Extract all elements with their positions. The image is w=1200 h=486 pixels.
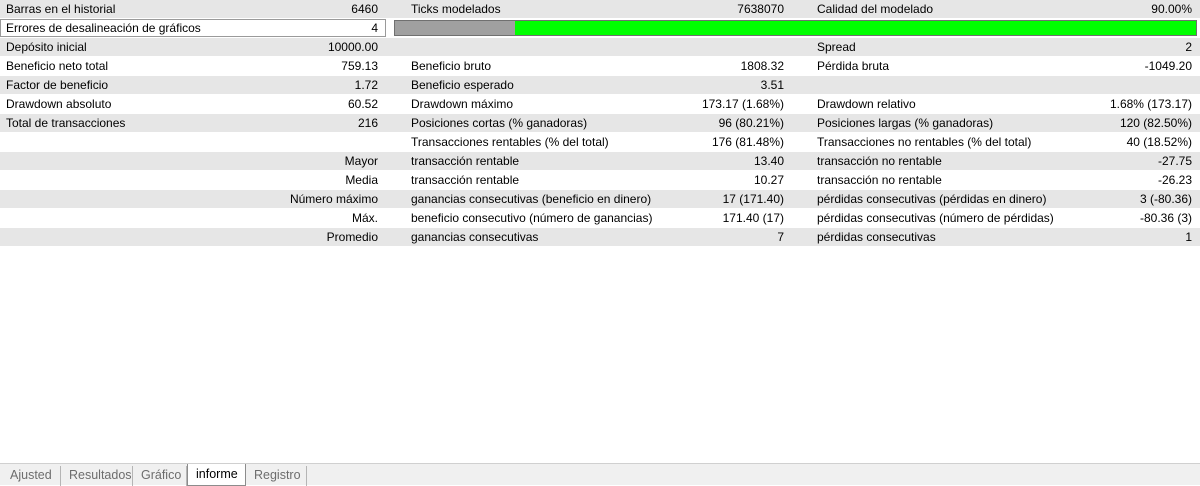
modeling-quality-label: Calidad del modelado <box>817 2 934 16</box>
tester-tab-bar: Ajusted Resultados Gráfico informe Regis… <box>0 463 1200 486</box>
largest-loss-value: -27.75 <box>1157 154 1192 168</box>
modeling-quality-bar <box>394 20 1197 36</box>
short-positions-label: Posiciones cortas (% ganadoras) <box>411 116 588 130</box>
gross-profit-value: 1808.32 <box>740 59 784 73</box>
absolute-drawdown-label: Drawdown absoluto <box>6 97 112 111</box>
short-positions-value: 96 (80.21%) <box>718 116 784 130</box>
total-trades-label: Total de transacciones <box>6 116 126 130</box>
report-row-average-consecutive: Promedio ganancias consecutivas 7 pérdid… <box>0 228 1200 247</box>
initial-deposit-label: Depósito inicial <box>6 40 87 54</box>
expected-payoff-label: Beneficio esperado <box>411 78 514 92</box>
profit-trades-label: Transacciones rentables (% del total) <box>411 135 609 149</box>
bars-label: Barras en el historial <box>6 2 116 16</box>
ticks-value: 7638070 <box>737 2 784 16</box>
bars-value: 6460 <box>351 2 378 16</box>
strategy-tester-report: Barras en el historial 6460 Ticks modela… <box>0 0 1200 247</box>
report-row-profit: Beneficio neto total 759.13 Beneficio br… <box>0 57 1200 76</box>
tab-journal[interactable]: Registro <box>246 466 307 486</box>
average-loss-value: -26.23 <box>1157 173 1192 187</box>
loss-trades-value: 40 (18.52%) <box>1126 135 1192 149</box>
total-trades-value: 216 <box>357 116 378 130</box>
net-profit-label: Beneficio neto total <box>6 59 109 73</box>
report-row-max-consecutive: Número máximo ganancias consecutivas (be… <box>0 190 1200 209</box>
max-consecutive-losses-label: pérdidas consecutivas (pérdidas en diner… <box>817 192 1047 206</box>
profit-factor-value: 1.72 <box>354 78 378 92</box>
average-label: Media <box>345 173 378 187</box>
average-profit-label: transacción rentable <box>411 173 520 187</box>
gross-loss-value: -1049.20 <box>1144 59 1192 73</box>
report-row-trades: Total de transacciones 216 Posiciones co… <box>0 114 1200 133</box>
profit-trades-value: 176 (81.48%) <box>711 135 784 149</box>
report-row-drawdown: Drawdown absoluto 60.52 Drawdown máximo … <box>0 95 1200 114</box>
report-row-factor: Factor de beneficio 1.72 Beneficio esper… <box>0 76 1200 95</box>
largest-loss-label: transacción no rentable <box>817 154 942 168</box>
relative-drawdown-label: Drawdown relativo <box>817 97 916 111</box>
tab-settings[interactable]: Ajusted <box>2 466 61 486</box>
report-row-bars: Barras en el historial 6460 Ticks modela… <box>0 0 1200 19</box>
report-row-average: Media transacción rentable 10.27 transac… <box>0 171 1200 190</box>
report-row-maximal-consecutive: Máx. beneficio consecutivo (número de ga… <box>0 209 1200 228</box>
max-consecutive-losses-value: 3 (-80.36) <box>1139 192 1192 206</box>
largest-profit-label: transacción rentable <box>411 154 520 168</box>
max-consecutive-wins-value: 17 (171.40) <box>722 192 784 206</box>
report-row-deposit: Depósito inicial 10000.00 Spread 2 <box>0 38 1200 57</box>
average-loss-label: transacción no rentable <box>817 173 942 187</box>
long-positions-value: 120 (82.50%) <box>1119 116 1192 130</box>
average-consecutive-losses-label: pérdidas consecutivas <box>817 230 936 244</box>
average-profit-value: 10.27 <box>753 173 784 187</box>
initial-deposit-value: 10000.00 <box>327 40 378 54</box>
modeling-quality-bar-unfilled <box>395 21 515 35</box>
largest-label: Mayor <box>344 154 378 168</box>
maximal-consecutive-loss-value: -80.36 (3) <box>1139 211 1192 225</box>
maximal-drawdown-value: 173.17 (1.68%) <box>701 97 784 111</box>
average-consecutive-wins-label: ganancias consecutivas <box>411 230 539 244</box>
largest-profit-value: 13.40 <box>753 154 784 168</box>
relative-drawdown-value: 1.68% (173.17) <box>1109 97 1192 111</box>
tab-results[interactable]: Resultados <box>61 466 133 486</box>
mismatch-errors-value: 4 <box>371 21 378 35</box>
maximal-consecutive-loss-label: pérdidas consecutivas (número de pérdida… <box>817 211 1054 225</box>
maximal-label: Máx. <box>351 211 378 225</box>
tab-report[interactable]: informe <box>187 464 246 486</box>
average-consecutive-losses-value: 1 <box>1185 230 1192 244</box>
expected-payoff-value: 3.51 <box>760 78 784 92</box>
maximal-consecutive-profit-value: 171.40 (17) <box>722 211 784 225</box>
long-positions-label: Posiciones largas (% ganadoras) <box>817 116 994 130</box>
gross-loss-label: Pérdida bruta <box>817 59 890 73</box>
maximum-number-label: Número máximo <box>289 192 378 206</box>
report-row-profit-trades: Transacciones rentables (% del total) 17… <box>0 133 1200 152</box>
net-profit-value: 759.13 <box>341 59 378 73</box>
tab-graph[interactable]: Gráfico <box>133 466 187 486</box>
ticks-label: Ticks modelados <box>411 2 501 16</box>
report-row-mismatch: Errores de desalineación de gráficos 4 <box>0 19 1200 38</box>
profit-factor-label: Factor de beneficio <box>6 78 109 92</box>
modeling-quality-value: 90.00% <box>1151 2 1192 16</box>
absolute-drawdown-value: 60.52 <box>347 97 378 111</box>
spread-value: 2 <box>1185 40 1192 54</box>
report-row-largest: Mayor transacción rentable 13.40 transac… <box>0 152 1200 171</box>
spread-label: Spread <box>817 40 856 54</box>
max-consecutive-wins-label: ganancias consecutivas (beneficio en din… <box>411 192 652 206</box>
gross-profit-label: Beneficio bruto <box>411 59 492 73</box>
maximal-drawdown-label: Drawdown máximo <box>411 97 514 111</box>
mismatch-errors-label: Errores de desalineación de gráficos <box>6 21 201 35</box>
average-consecutive-label: Promedio <box>326 230 378 244</box>
maximal-consecutive-profit-label: beneficio consecutivo (número de gananci… <box>411 211 653 225</box>
average-consecutive-wins-value: 7 <box>777 230 784 244</box>
loss-trades-label: Transacciones no rentables (% del total) <box>817 135 1032 149</box>
